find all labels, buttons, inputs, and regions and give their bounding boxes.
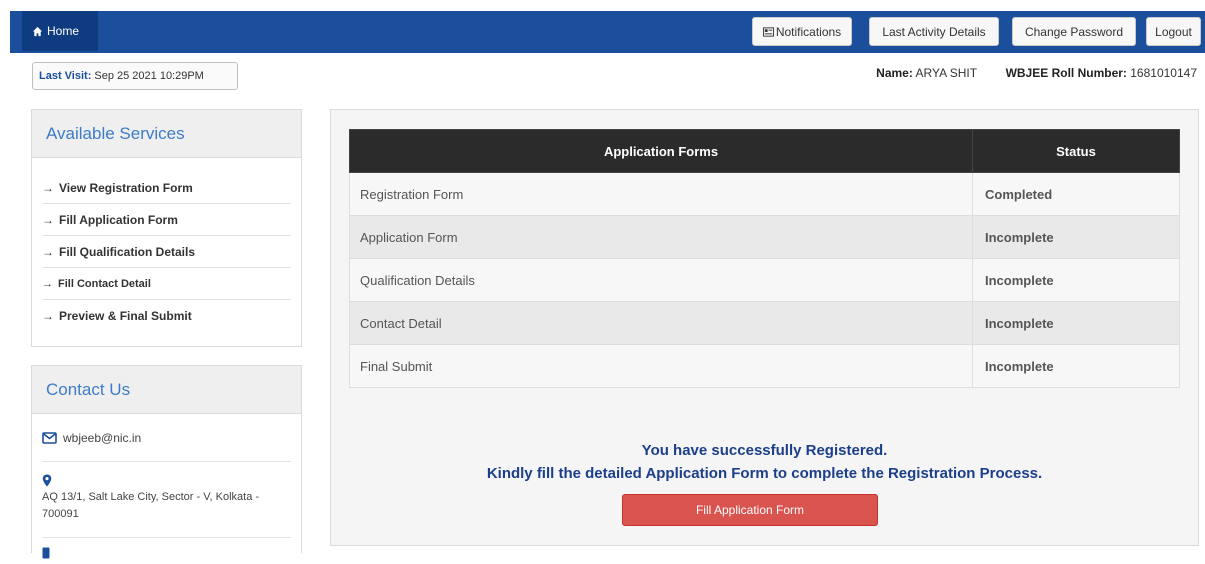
newspaper-icon [762,26,774,37]
table-row: Contact Detail Incomplete [349,301,1180,345]
arrow-right-icon: → [42,212,54,227]
contact-email-row: wbjeeb@nic.in [42,414,291,462]
contact-email[interactable]: wbjeeb@nic.in [63,431,141,445]
table-row: Final Submit Incomplete [349,344,1180,388]
roll-number: 1681010147 [1130,66,1197,80]
form-name: Contact Detail [349,301,973,345]
status-badge: Completed [972,172,1180,216]
success-message: You have successfully Registered. [641,442,888,459]
mobile-icon [42,547,50,559]
map-marker-icon [42,474,52,487]
envelope-icon [42,431,57,444]
arrow-right-icon: → [42,244,54,259]
logout-button[interactable]: Logout [1146,17,1201,46]
arrow-right-icon: → [42,309,54,323]
service-fill-application[interactable]: → Fill Application Form [42,204,291,236]
home-label: Home [47,24,80,38]
service-preview-submit[interactable]: → Preview & Final Submit [42,300,291,332]
status-badge: Incomplete [972,258,1180,302]
fill-application-button[interactable]: Fill Application Form [622,494,878,526]
name-label: Name: [876,66,913,80]
mobile-icon-row [42,546,291,564]
user-info: Name: ARYA SHIT WBJEE Roll Number: 16810… [876,66,1197,80]
table-row: Qualification Details Incomplete [349,258,1180,302]
status-badge: Incomplete [972,215,1180,259]
instruction-message: Kindly fill the detailed Application For… [486,465,1043,482]
notifications-label: Notifications [775,24,842,39]
home-icon [32,26,43,36]
form-name: Registration Form [349,172,973,216]
arrow-right-icon: → [42,277,53,290]
last-visit-value: Sep 25 2021 10:29PM [94,70,204,82]
status-badge: Incomplete [972,301,1180,345]
form-name: Qualification Details [349,258,973,302]
last-activity-label: Last Activity Details [882,24,986,39]
change-password-label: Change Password [1024,24,1124,39]
user-name: ARYA SHIT [915,66,977,80]
last-visit-label: Last Visit: [39,70,92,82]
application-status-table: Application Forms Status Registration Fo… [349,129,1180,388]
service-view-registration[interactable]: → View Registration Form [42,172,291,204]
status-badge: Incomplete [972,344,1180,388]
contact-panel: Contact Us wbjeeb@nic.in AQ 13/1, Salt L… [31,365,302,559]
change-password-button[interactable]: Change Password [1012,17,1136,46]
contact-address-row: AQ 13/1, Salt Lake City, Sector - V, Kol… [42,462,291,538]
table-row: Application Form Incomplete [349,215,1180,259]
home-button[interactable]: Home [22,11,98,51]
notifications-button[interactable]: Notifications [752,17,852,46]
roll-label: WBJEE Roll Number: [1005,66,1127,80]
service-fill-qualification[interactable]: → Fill Qualification Details [42,236,291,268]
services-panel: Available Services → View Registration F… [31,109,302,347]
services-title: Available Services [32,110,301,158]
last-visit-badge: Last Visit: Sep 25 2021 10:29PM [32,62,238,90]
col-header-forms: Application Forms [349,129,973,173]
arrow-right-icon: → [42,180,54,195]
last-activity-button[interactable]: Last Activity Details [869,17,999,46]
col-header-status: Status [972,129,1180,173]
table-row: Registration Form Completed [349,172,1180,216]
form-name: Application Form [349,215,973,259]
form-name: Final Submit [349,344,973,388]
contact-title: Contact Us [32,366,301,414]
logout-label: Logout [1155,24,1192,39]
contact-address: AQ 13/1, Salt Lake City, Sector - V, Kol… [42,491,260,520]
service-fill-contact[interactable]: → Fill Contact Detail [42,268,291,300]
